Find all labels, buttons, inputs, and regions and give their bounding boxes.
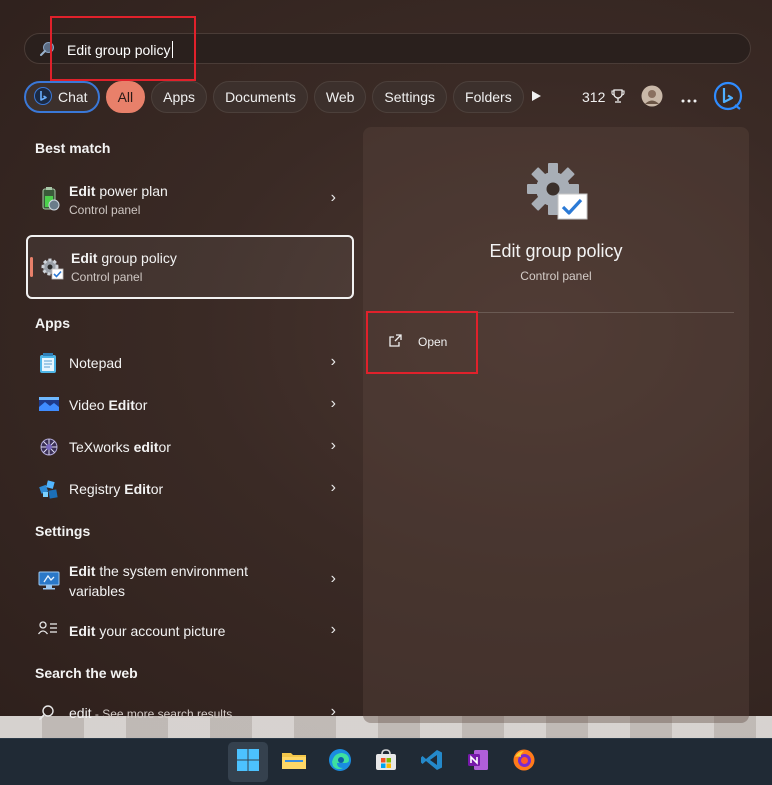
gear-check-icon: [40, 257, 64, 280]
account-list-icon: [37, 620, 60, 642]
chevron-right-icon: ›: [330, 437, 336, 454]
play-icon: [530, 89, 542, 105]
web-search-result[interactable]: edit - See more search results ›: [26, 692, 354, 734]
taskbar-file-explorer[interactable]: [274, 742, 314, 782]
app-texworks-editor[interactable]: TeXworks editor ›: [26, 426, 354, 468]
search-bar[interactable]: Edit group policy: [24, 33, 751, 64]
rewards-points[interactable]: 312: [582, 81, 626, 113]
search-icon: [39, 41, 55, 62]
open-external-icon: [388, 333, 403, 351]
edge-icon: [328, 748, 352, 777]
open-button[interactable]: Open: [388, 330, 447, 354]
filter-folders[interactable]: Folders: [453, 81, 524, 113]
taskbar-firefox[interactable]: [504, 742, 544, 782]
search-input[interactable]: Edit group policy: [67, 41, 173, 58]
section-apps: Apps: [35, 315, 70, 331]
battery-icon: [38, 186, 60, 211]
result-edit-group-policy[interactable]: Edit group policy Control panel: [26, 235, 354, 299]
chevron-right-icon: ›: [330, 395, 336, 412]
filter-documents[interactable]: Documents: [213, 81, 308, 113]
vscode-icon: [420, 748, 444, 777]
bing-chat-button[interactable]: [713, 81, 743, 113]
trophy-icon: [610, 88, 626, 107]
video-editor-icon: [38, 394, 60, 416]
bing-icon: [34, 86, 52, 108]
windows-logo-icon: [236, 748, 260, 777]
filter-chips: Chat All Apps Documents Web Settings Fol…: [24, 81, 530, 113]
taskbar: [0, 738, 772, 785]
taskbar-edge[interactable]: [320, 742, 360, 782]
app-video-editor[interactable]: Video Editor ›: [26, 384, 354, 426]
monitor-settings-icon: [38, 569, 60, 591]
section-settings: Settings: [35, 523, 91, 539]
detail-title: Edit group policy: [489, 241, 623, 261]
filter-web[interactable]: Web: [313, 81, 367, 113]
detail-pane: Edit group policy Control panel Open: [363, 127, 749, 723]
filter-all[interactable]: All: [105, 81, 146, 113]
setting-edit-environment-variables[interactable]: Edit the system environment variables ›: [26, 558, 354, 602]
chat-chip[interactable]: Chat: [24, 81, 100, 113]
taskbar-store[interactable]: [366, 742, 406, 782]
result-edit-power-plan[interactable]: Edit power plan Control panel ›: [26, 178, 354, 220]
app-registry-editor[interactable]: Registry Editor ›: [26, 468, 354, 510]
filter-settings[interactable]: Settings: [372, 81, 448, 113]
app-notepad[interactable]: Notepad ›: [26, 342, 354, 384]
section-search-the-web: Search the web: [35, 665, 138, 681]
account-avatar[interactable]: [641, 81, 663, 113]
texworks-icon: [38, 436, 60, 458]
gear-check-icon: [525, 161, 589, 230]
more-filters-button[interactable]: [530, 81, 542, 113]
detail-subtitle: Control panel: [520, 269, 592, 283]
chevron-right-icon: ›: [330, 189, 336, 206]
start-button[interactable]: [228, 742, 268, 782]
chevron-right-icon: ›: [330, 479, 336, 496]
avatar: [641, 85, 663, 110]
firefox-icon: [512, 748, 536, 777]
chevron-right-icon: ›: [330, 570, 336, 587]
chevron-right-icon: ›: [330, 703, 336, 720]
registry-editor-icon: [38, 478, 60, 500]
more-options-button[interactable]: [681, 81, 697, 113]
folder-icon: [281, 749, 307, 776]
onenote-icon: [466, 748, 490, 777]
chevron-right-icon: ›: [330, 353, 336, 370]
detail-divider: [372, 312, 734, 313]
taskbar-onenote[interactable]: [458, 742, 498, 782]
store-icon: [374, 748, 398, 777]
bing-chat-icon: [713, 81, 743, 114]
setting-edit-account-picture[interactable]: Edit your account picture ›: [26, 610, 354, 652]
ellipsis-icon: [681, 87, 697, 108]
taskbar-vscode[interactable]: [412, 742, 452, 782]
filter-apps[interactable]: Apps: [151, 81, 208, 113]
notepad-icon: [38, 352, 60, 374]
chevron-right-icon: ›: [330, 621, 336, 638]
section-best-match: Best match: [35, 140, 111, 156]
search-icon: [38, 704, 60, 726]
